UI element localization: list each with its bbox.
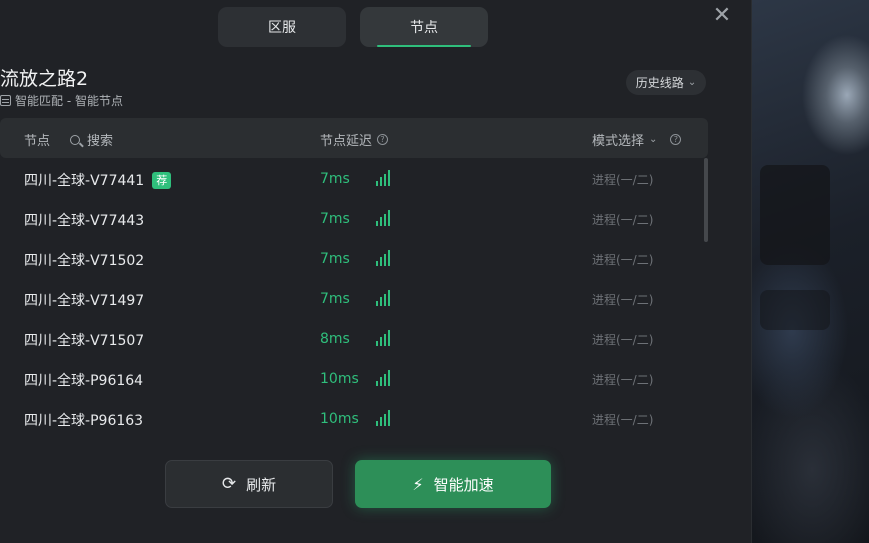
search-icon (70, 134, 80, 145)
table-row[interactable]: 四川-全球-V71507 8ms 进程(一/二) (0, 318, 708, 358)
search-label: 搜索 (87, 134, 114, 149)
recommended-badge: 荐 (152, 171, 172, 189)
mode-value[interactable]: 进程(一/二) (592, 171, 653, 188)
game-subtitle-text: 智能匹配 - 智能节点 (15, 94, 123, 108)
node-name-text: 四川-全球-V77443 (24, 213, 145, 229)
refresh-label: 刷新 (246, 475, 277, 494)
game-subtitle: 智能匹配 - 智能节点 (0, 92, 123, 109)
signal-strength-icon (376, 330, 390, 346)
node-name: 四川-全球-V71502 (24, 250, 144, 270)
node-name-text: 四川-全球-V77441 (24, 173, 145, 189)
table-row[interactable]: 四川-全球-V77443 7ms 进程(一/二) (0, 198, 708, 238)
column-latency-label: 节点延迟 (320, 134, 373, 149)
lightning-icon: ⚡ (412, 474, 424, 494)
signal-strength-icon (376, 250, 390, 266)
app-window: 区服 节点 ✕ 流放之路2 智能匹配 - 智能节点 历史线路 ⌄ 节点 搜索 节… (0, 0, 869, 543)
list-icon (0, 95, 11, 106)
node-name: 四川-全球-V77441 荐 (24, 170, 172, 190)
history-routes-dropdown[interactable]: 历史线路 ⌄ (626, 70, 706, 95)
latency-value: 10ms (320, 371, 359, 387)
tab-region[interactable]: 区服 (218, 7, 346, 47)
help-icon[interactable]: ? (377, 134, 389, 145)
latency-value: 10ms (320, 411, 359, 427)
latency-value: 7ms (320, 291, 350, 307)
node-search[interactable]: 搜索 (70, 130, 113, 149)
node-name-text: 四川-全球-P96164 (24, 373, 144, 389)
latency-value: 7ms (320, 171, 350, 187)
latency-value: 8ms (320, 331, 350, 347)
chevron-down-icon: ⌄ (687, 77, 697, 88)
table-row[interactable]: 四川-全球-P96164 10ms 进程(一/二) (0, 358, 708, 398)
table-row[interactable]: 四川-全球-V71502 7ms 进程(一/二) (0, 238, 708, 278)
artwork-overlay (760, 165, 830, 265)
node-name-text: 四川-全球-P96163 (24, 413, 144, 429)
scrollbar[interactable] (704, 158, 708, 242)
column-node: 节点 (24, 130, 50, 149)
node-name-text: 四川-全球-V71502 (24, 253, 145, 269)
tab-node[interactable]: 节点 (360, 7, 488, 47)
mode-value[interactable]: 进程(一/二) (592, 371, 653, 388)
refresh-button[interactable]: ⟳ 刷新 (165, 460, 333, 508)
signal-strength-icon (376, 170, 390, 186)
smart-boost-button[interactable]: ⚡ 智能加速 (355, 460, 551, 508)
node-select-panel: 区服 节点 ✕ 流放之路2 智能匹配 - 智能节点 历史线路 ⌄ 节点 搜索 节… (0, 0, 752, 543)
mode-select[interactable]: 模式选择 ⌄ ? (592, 130, 682, 149)
mode-value[interactable]: 进程(一/二) (592, 211, 653, 228)
signal-strength-icon (376, 370, 390, 386)
close-icon[interactable]: ✕ (711, 5, 733, 27)
latency-value: 7ms (320, 251, 350, 267)
table-header: 节点 搜索 节点延迟 ? 模式选择 ⌄ ? (0, 118, 708, 158)
column-latency: 节点延迟 ? (320, 130, 389, 149)
column-mode-label: 模式选择 (592, 134, 645, 149)
node-name-text: 四川-全球-V71507 (24, 333, 145, 349)
signal-strength-icon (376, 410, 390, 426)
node-list: 四川-全球-V77441 荐 7ms 进程(一/二) 四川-全球-V77443 … (0, 158, 708, 438)
signal-strength-icon (376, 210, 390, 226)
table-row[interactable]: 四川-全球-V71497 7ms 进程(一/二) (0, 278, 708, 318)
help-icon[interactable]: ? (670, 134, 682, 145)
game-title: 流放之路2 (0, 68, 89, 90)
latency-value: 7ms (320, 211, 350, 227)
game-artwork (752, 0, 869, 543)
node-name: 四川-全球-P96164 (24, 370, 143, 390)
node-name: 四川-全球-P96163 (24, 410, 143, 430)
mode-value[interactable]: 进程(一/二) (592, 251, 653, 268)
chevron-down-icon: ⌄ (649, 134, 658, 145)
table-row[interactable]: 四川-全球-P96163 10ms 进程(一/二) (0, 398, 708, 438)
signal-strength-icon (376, 290, 390, 306)
smart-boost-label: 智能加速 (433, 475, 494, 494)
column-node-label: 节点 (24, 134, 51, 149)
node-name: 四川-全球-V71497 (24, 290, 144, 310)
history-routes-label: 历史线路 (635, 76, 684, 90)
refresh-icon: ⟳ (221, 474, 237, 494)
artwork-overlay (760, 290, 830, 330)
node-name: 四川-全球-V71507 (24, 330, 144, 350)
node-name: 四川-全球-V77443 (24, 210, 144, 230)
node-name-text: 四川-全球-V71497 (24, 293, 145, 309)
table-row[interactable]: 四川-全球-V77441 荐 7ms 进程(一/二) (0, 158, 708, 198)
mode-value[interactable]: 进程(一/二) (592, 291, 653, 308)
mode-value[interactable]: 进程(一/二) (592, 411, 653, 428)
tab-bar: 区服 节点 (218, 7, 488, 47)
mode-value[interactable]: 进程(一/二) (592, 331, 653, 348)
